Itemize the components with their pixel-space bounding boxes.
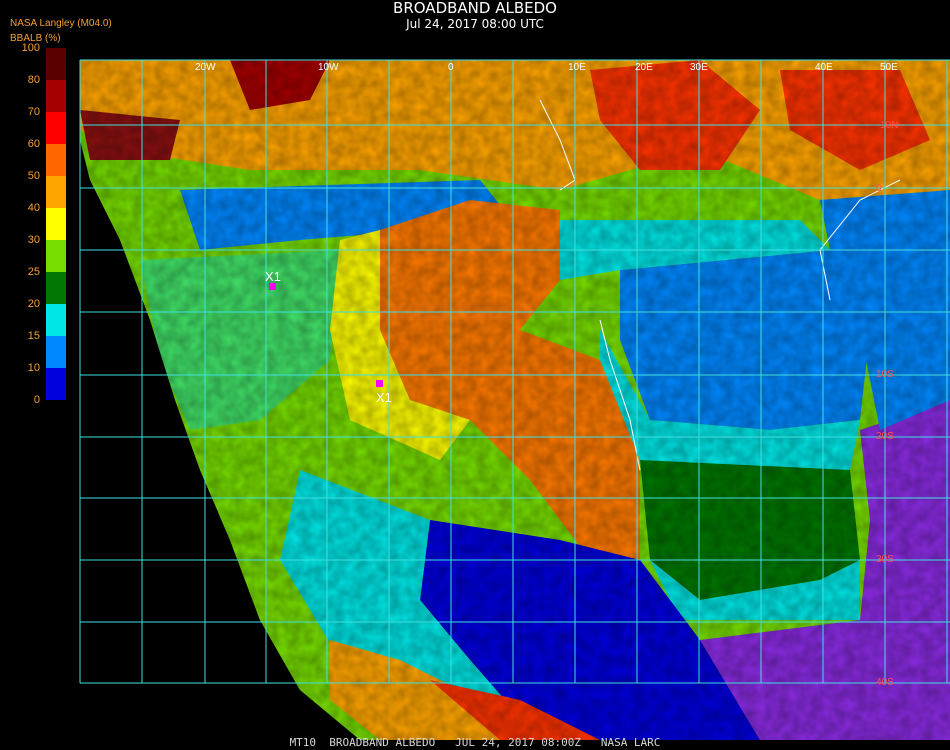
lat-label: 0 xyxy=(876,183,882,194)
colorbar-segment xyxy=(46,112,66,144)
colorbar-segment xyxy=(46,240,66,272)
map-timestamp: Jul 24, 2017 08:00 UTC xyxy=(406,17,544,31)
colorbar-segment xyxy=(46,368,66,400)
lat-label: 30S xyxy=(876,554,894,565)
colorbar-tick: 40 xyxy=(27,202,40,214)
lat-label: 10S xyxy=(876,369,894,380)
marker-label: X1 xyxy=(265,269,281,284)
marker-dot xyxy=(376,380,383,387)
colorbar-segment xyxy=(46,272,66,304)
lat-label: 40S xyxy=(876,677,894,688)
marker-label: X1 xyxy=(376,390,392,405)
lon-label: 20W xyxy=(195,62,216,73)
colorbar-tick: 70 xyxy=(27,106,40,118)
colorbar-segment xyxy=(46,336,66,368)
colorbar-tick: 50 xyxy=(27,170,40,182)
lat-label: 10N xyxy=(880,120,898,131)
colorbar-tick: 20 xyxy=(27,298,40,310)
lon-label: 40E xyxy=(815,62,833,73)
colorbar-segment xyxy=(46,48,66,80)
marker-dot xyxy=(269,283,276,290)
map-title: BROADBAND ALBEDO xyxy=(393,0,557,17)
colorbar-tick: 0 xyxy=(33,394,40,406)
colorbar-tick: 100 xyxy=(21,42,40,54)
colorbar-tick: 30 xyxy=(27,234,40,246)
colorbar-tick: 60 xyxy=(27,138,40,150)
colorbar-tick: 25 xyxy=(27,266,40,278)
lon-label: 10W xyxy=(318,62,339,73)
colorbar-tick: 10 xyxy=(27,362,40,374)
footer-caption: MT10 BROADBAND ALBEDO JUL 24, 2017 08:00… xyxy=(289,736,661,749)
colorbar-segment xyxy=(46,80,66,112)
colorbar-segment xyxy=(46,176,66,208)
lon-label: 10E xyxy=(568,62,586,73)
colorbar-segment xyxy=(46,304,66,336)
colorbar-segment xyxy=(46,144,66,176)
lat-label: 20S xyxy=(876,431,894,442)
lon-label: 50E xyxy=(880,62,898,73)
colorbar-tick: 15 xyxy=(27,330,40,342)
colorbar xyxy=(46,48,66,400)
colorbar-tick: 80 xyxy=(27,74,40,86)
lon-label: 0 xyxy=(448,62,454,73)
albedo-map: 20W 10W 0 10E 20E 30E 40E 50E 10N 0 10S … xyxy=(79,59,950,740)
lon-label: 30E xyxy=(690,62,708,73)
lon-label: 20E xyxy=(635,62,653,73)
provider-label: NASA Langley (M04.0) xyxy=(10,18,112,29)
colorbar-segment xyxy=(46,208,66,240)
